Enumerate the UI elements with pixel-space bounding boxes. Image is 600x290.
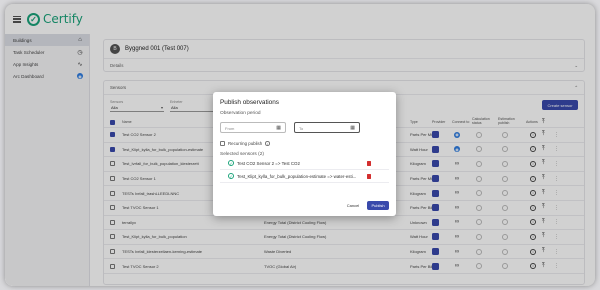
delete-icon[interactable] <box>367 173 371 179</box>
selected-sensor-label: Test CO2 Sensor 2 => Test CO2 <box>237 160 300 166</box>
check-circle-icon: ✓ <box>228 173 234 179</box>
info-icon[interactable]: i <box>265 141 270 146</box>
publish-observations-dialog: Publish observations Observation period … <box>213 92 396 216</box>
app-window: ✓ Certify Buildings ⌂ Task Scheduler ◷ A… <box>5 4 595 286</box>
selected-sensor-item: ✓ Test CO2 Sensor 2 => Test CO2 <box>220 157 389 170</box>
delete-icon[interactable] <box>367 160 371 166</box>
cancel-button[interactable]: Cancel <box>343 201 363 210</box>
recurring-publish-checkbox[interactable] <box>220 141 225 146</box>
from-label: From <box>225 126 235 131</box>
observation-period-label: Observation period <box>220 111 261 116</box>
from-date-field[interactable]: From ▦ <box>220 122 286 133</box>
to-date-field[interactable]: To ▦ <box>294 122 360 133</box>
calendar-icon[interactable]: ▦ <box>276 125 281 131</box>
calendar-icon[interactable]: ▦ <box>350 125 355 131</box>
dialog-title: Publish observations <box>220 99 279 106</box>
selected-sensor-item: ✓ Test_Klipt_kylla_for_bulk_population-e… <box>220 170 389 183</box>
selected-sensor-label: Test_Klipt_kylla_for_bulk_population-est… <box>237 173 357 179</box>
to-label: To <box>299 126 304 131</box>
recurring-publish-label: Recurring publish <box>228 141 263 146</box>
check-circle-icon: ✓ <box>228 160 234 166</box>
publish-button[interactable]: Publish <box>367 201 389 210</box>
